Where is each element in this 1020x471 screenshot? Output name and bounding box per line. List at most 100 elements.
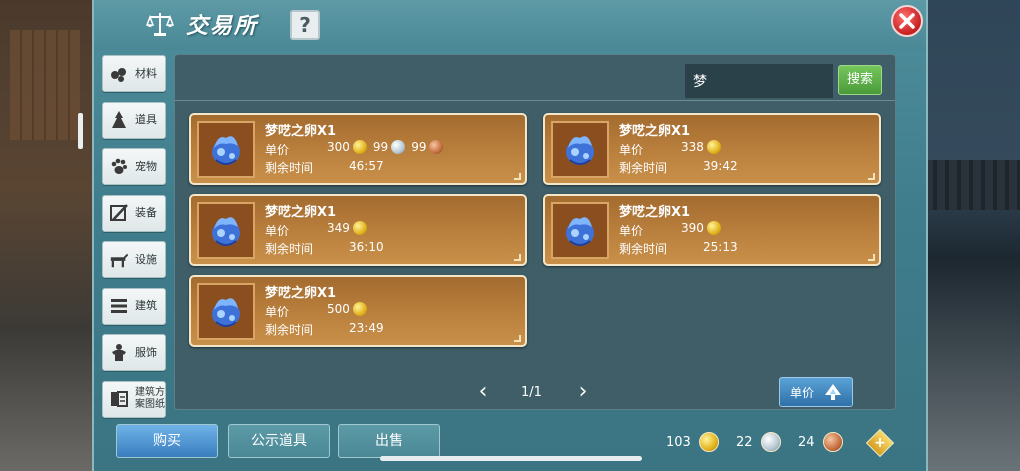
sort-label: 单价 <box>789 385 814 400</box>
silver-balance: 22 <box>736 432 781 452</box>
bronze-coin-icon <box>822 432 843 452</box>
item-name: 梦呓之卵X1 <box>265 286 337 301</box>
price-amount: 390 <box>681 221 704 235</box>
sidebar-item-items[interactable]: 道具 <box>102 101 166 139</box>
sidebar-item-label: 材料 <box>135 66 157 80</box>
price-amount: 300 <box>327 140 350 154</box>
public-items-tab[interactable]: 公示道具 <box>228 424 330 458</box>
help-button[interactable]: ? <box>290 10 320 40</box>
gold-amount: 103 <box>666 434 691 450</box>
item-name: 梦呓之卵X1 <box>265 205 337 220</box>
window-title: 交易所 <box>186 14 259 39</box>
dream-egg-icon <box>197 283 255 340</box>
corner-decoration <box>514 254 521 261</box>
bronze-coin-icon <box>429 140 444 154</box>
sell-tab[interactable]: 出售 <box>338 424 440 458</box>
gold-coin-icon <box>352 140 367 154</box>
close-x-icon <box>899 13 915 29</box>
gold-balance: 103 <box>666 432 719 452</box>
unit-price-label: 单价 <box>265 305 290 319</box>
time-remaining-value: 23:49 <box>349 321 384 335</box>
silver-coin-icon <box>760 432 781 452</box>
listing-card[interactable]: 梦呓之卵X1 单价 338 剩余时间 39:42 <box>543 113 881 185</box>
sidebar-item-clothing[interactable]: 服饰 <box>102 334 166 371</box>
sort-arrow-up-icon <box>825 384 841 400</box>
time-remaining-value: 36:10 <box>349 240 384 254</box>
time-remaining-label: 剩余时间 <box>265 242 314 256</box>
add-currency-button[interactable]: + <box>865 428 895 458</box>
prev-page-icon[interactable]: ‹ <box>475 381 491 404</box>
sort-by-price-button[interactable]: 单价 <box>779 377 853 407</box>
gold-coin-icon <box>698 432 719 452</box>
sidebar-item-equipment[interactable]: 装备 <box>102 194 166 232</box>
price-amount: 99 <box>411 140 427 154</box>
price-amount: 99 <box>372 140 389 154</box>
search-button[interactable]: 搜索 <box>838 65 882 95</box>
scales-icon <box>144 8 176 40</box>
home-indicator[interactable] <box>380 456 642 461</box>
item-name: 梦呓之卵X1 <box>265 124 337 139</box>
unit-price-label: 单价 <box>619 143 644 157</box>
time-remaining-value: 46:57 <box>349 159 384 173</box>
blueprint-icon <box>109 389 129 409</box>
game-background-right <box>925 0 1020 471</box>
sidebar-item-materials[interactable]: 材料 <box>102 55 166 92</box>
search-bar: 搜索 <box>175 55 895 101</box>
sidebar-scrollbar[interactable] <box>78 113 83 149</box>
sidebar-item-facilities[interactable]: 设施 <box>102 241 166 278</box>
game-background-left <box>0 0 92 471</box>
sidebar-item-label: 设施 <box>135 252 157 266</box>
time-remaining-label: 剩余时间 <box>265 161 314 175</box>
silver-coin-icon <box>391 140 406 154</box>
bronze-amount: 24 <box>798 434 815 450</box>
gold-coin-icon <box>706 221 721 235</box>
unit-price-values: 500 <box>327 302 373 316</box>
gold-coin-icon <box>706 140 721 154</box>
item-name: 梦呓之卵X1 <box>619 124 691 139</box>
unit-price-values: 300 99 99 <box>327 140 449 154</box>
corner-decoration <box>514 173 521 180</box>
item-name: 梦呓之卵X1 <box>619 205 691 220</box>
dream-egg-icon <box>197 121 255 178</box>
price-amount: 500 <box>327 302 350 316</box>
listing-card[interactable]: 梦呓之卵X1 单价 500 剩余时间 23:49 <box>189 275 527 347</box>
unit-price-values: 390 <box>681 221 727 235</box>
time-remaining-label: 剩余时间 <box>619 161 668 175</box>
listing-area: 搜索 梦呓之卵X1 单价 300 99 99 剩余时间 46:57 梦呓之卵X1 单价 338 剩余… <box>174 54 896 410</box>
time-remaining-value: 25:13 <box>703 240 738 254</box>
sidebar-item-label: 服饰 <box>135 345 157 359</box>
buy-tab[interactable]: 购买 <box>116 424 218 458</box>
sidebar-item-pets[interactable]: 宠物 <box>102 148 166 185</box>
bronze-balance: 24 <box>798 432 843 452</box>
gold-coin-icon <box>352 302 367 316</box>
unit-price-values: 338 <box>681 140 727 154</box>
sidebar-item-label: 建筑方 案图纸 <box>135 387 165 410</box>
time-remaining-label: 剩余时间 <box>265 323 314 337</box>
next-page-icon[interactable]: › <box>575 381 591 404</box>
search-input[interactable] <box>685 64 833 98</box>
sidebar-item-blueprints[interactable]: 建筑方 案图纸 <box>102 380 166 418</box>
close-button[interactable] <box>891 5 923 37</box>
price-amount: 349 <box>327 221 350 235</box>
corner-decoration <box>868 173 875 180</box>
plus-icon: + <box>874 435 886 451</box>
unit-price-label: 单价 <box>265 224 290 238</box>
dream-egg-icon <box>551 121 609 178</box>
material-icon <box>109 64 129 84</box>
listing-card[interactable]: 梦呓之卵X1 单价 349 剩余时间 36:10 <box>189 194 527 266</box>
dream-egg-icon <box>551 202 609 259</box>
item-icon <box>109 110 129 130</box>
title-bar: 交易所 ? <box>94 0 926 50</box>
sidebar-item-buildings[interactable]: 建筑 <box>102 287 166 325</box>
silver-amount: 22 <box>736 434 753 450</box>
page-indicator: 1/1 <box>521 385 542 400</box>
equipment-icon <box>109 203 129 223</box>
corner-decoration <box>868 254 875 261</box>
time-remaining-label: 剩余时间 <box>619 242 668 256</box>
dream-egg-icon <box>197 202 255 259</box>
exchange-panel: 交易所 ? 材料 道具 宠物 装备 设施 建筑 服饰 建筑方 案图纸 梦 搜索 … <box>78 0 928 471</box>
building-icon <box>109 296 129 316</box>
listing-card[interactable]: 梦呓之卵X1 单价 390 剩余时间 25:13 <box>543 194 881 266</box>
clothing-icon <box>109 343 129 363</box>
listing-card[interactable]: 梦呓之卵X1 单价 300 99 99 剩余时间 46:57 <box>189 113 527 185</box>
